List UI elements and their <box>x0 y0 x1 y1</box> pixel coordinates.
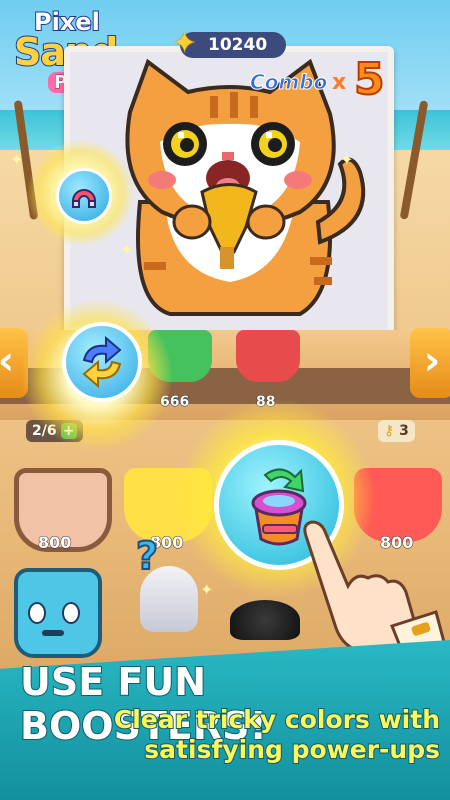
question-mark-icon: ? <box>135 533 159 579</box>
banner-subtitle-line-1: Clear tricky colors with <box>113 704 441 735</box>
banner-subtitle-line-2: satisfying power-ups <box>143 734 441 765</box>
pointer-hand-icon <box>296 516 446 660</box>
sparkle-icon: ✦ <box>200 580 214 599</box>
blue-cup-character <box>14 568 102 658</box>
shuffle-icon <box>82 335 122 389</box>
shelf-cup-red[interactable] <box>236 330 300 382</box>
banner-subtitle: Clear tricky colors with satisfying powe… <box>20 704 441 765</box>
magnet-booster-button[interactable] <box>56 168 112 224</box>
combo-multiplier-sign: x <box>332 70 347 95</box>
black-sand-pile <box>230 600 300 640</box>
scroll-right-button[interactable]: › <box>410 328 450 398</box>
magnet-icon <box>71 189 97 208</box>
key-counter: ⚷ 3 <box>378 420 415 442</box>
star-icon: ✦ <box>172 26 198 61</box>
score-value: 10240 <box>208 35 268 55</box>
bottom-cup-count: 800 <box>37 533 72 553</box>
sparkle-icon: ✦ <box>10 150 24 169</box>
combo-label: Combo <box>249 70 328 95</box>
sparkle-icon: ✦ <box>340 150 354 169</box>
combo-value: 5 <box>353 53 386 106</box>
shuffle-booster-button[interactable] <box>62 322 142 402</box>
score-counter: ✦ 10240 <box>172 26 286 61</box>
sparkle-icon: ✦ <box>120 240 134 259</box>
key-icon: ⚷ <box>384 423 395 439</box>
key-counter-value: 3 <box>399 423 409 439</box>
